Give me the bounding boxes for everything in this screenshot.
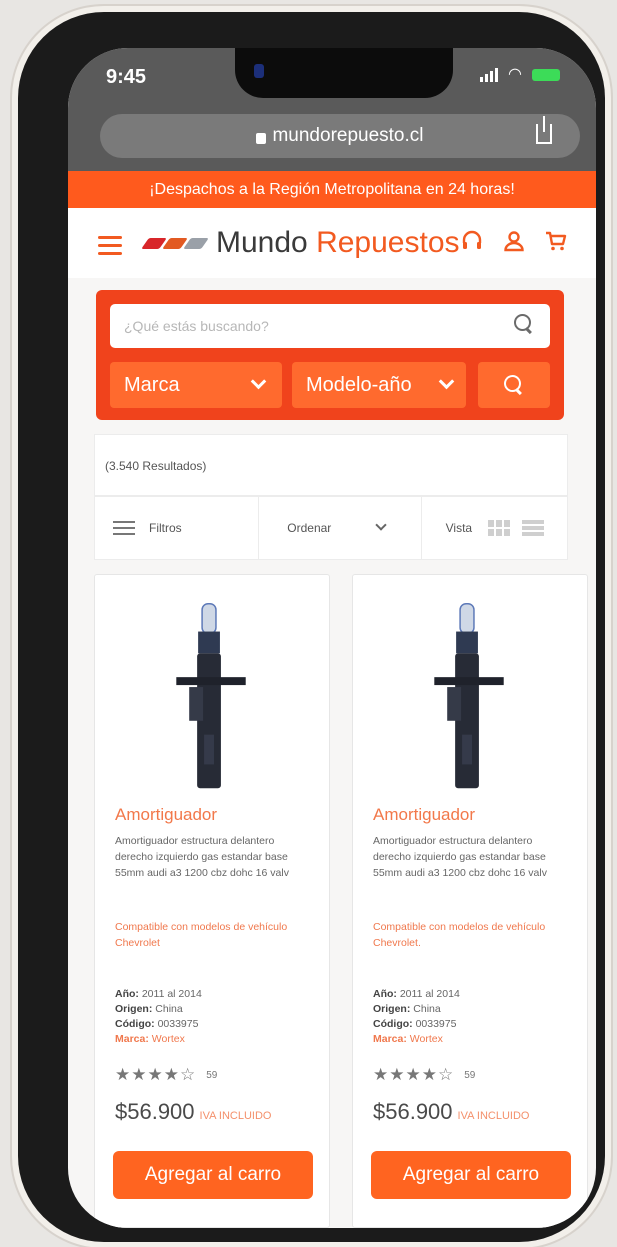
spec-year: 2011 al 2014 <box>399 988 460 1000</box>
list-view-icon[interactable] <box>522 520 545 536</box>
shock-absorber-image <box>176 603 246 789</box>
model-year-select[interactable]: Modelo-año <box>292 362 466 408</box>
price-tax-note: IVA INCLUIDO <box>199 1110 272 1122</box>
spec-brand: Wortex <box>409 1033 443 1045</box>
product-card[interactable]: Amortiguador Amortiguador estructura del… <box>352 574 588 1228</box>
sliders-icon <box>113 517 135 539</box>
spec-code: 0033975 <box>415 1018 457 1030</box>
browser-chrome: 9:45 ◠ mundorepuesto.cl <box>68 48 596 171</box>
add-to-cart-button[interactable]: Agregar al carro <box>113 1151 313 1199</box>
filters-label: Filtros <box>149 521 182 535</box>
add-to-cart-button[interactable]: Agregar al carro <box>371 1151 571 1199</box>
model-year-select-label: Modelo-año <box>306 373 412 396</box>
url-bar[interactable]: mundorepuesto.cl <box>100 114 580 158</box>
spec-brand-label: Marca: <box>373 1033 407 1045</box>
spec-year-label: Año: <box>373 988 397 1000</box>
wifi-icon: ◠ <box>508 66 522 83</box>
cart-icon[interactable] <box>544 228 568 254</box>
spec-origin-label: Origen: <box>115 1003 153 1015</box>
price-amount: $56.900 <box>373 1099 453 1124</box>
product-rating: ★★★★☆ 59 <box>115 1065 217 1085</box>
signal-icon <box>480 68 499 82</box>
rating-count: 59 <box>206 1069 218 1081</box>
phone-frame: 9:45 ◠ mundorepuesto.cl ¡Despachos a la … <box>18 12 605 1242</box>
search-icon <box>504 375 524 395</box>
brand-select-label: Marca <box>124 373 180 396</box>
promo-banner: ¡Despachos a la Región Metropolitana en … <box>68 171 596 208</box>
view-label: Vista <box>445 521 473 535</box>
spec-origin: China <box>155 1003 183 1015</box>
battery-icon <box>532 69 560 81</box>
spec-brand-label: Marca: <box>115 1033 149 1045</box>
product-specs: Año: 2011 al 2014 Origen: China Código: … <box>115 987 202 1047</box>
product-description: Amortiguador estructura delantero derech… <box>373 835 547 879</box>
spec-year-label: Año: <box>115 988 139 1000</box>
user-icon[interactable] <box>502 228 526 254</box>
logo-mark-icon <box>141 238 209 249</box>
logo-text-mundo: Mundo <box>216 226 308 259</box>
hamburger-menu-icon[interactable] <box>98 236 122 260</box>
chevron-down-icon <box>438 373 455 390</box>
status-icons: ◠ <box>480 66 560 83</box>
spec-origin-label: Origen: <box>373 1003 411 1015</box>
product-name[interactable]: Amortiguador <box>373 805 475 825</box>
search-input[interactable]: ¿Qué estás buscando? <box>110 304 550 348</box>
product-compatibility: Compatible con modelos de vehículo Chevr… <box>373 921 546 949</box>
lock-icon <box>256 132 267 144</box>
price-amount: $56.900 <box>115 1099 195 1124</box>
spec-code: 0033975 <box>157 1018 199 1030</box>
search-placeholder: ¿Qué estás buscando? <box>124 318 269 334</box>
spec-brand: Wortex <box>151 1033 185 1045</box>
product-price: $56.900 IVA INCLUIDO <box>115 1099 271 1125</box>
star-rating-icon: ★★★★☆ <box>115 1065 197 1084</box>
spec-code-label: Código: <box>115 1018 155 1030</box>
grid-view-icon[interactable] <box>488 520 511 536</box>
site-header: Mundo Repuestos <box>68 208 596 278</box>
spec-year: 2011 al 2014 <box>141 988 202 1000</box>
status-time: 9:45 <box>106 66 147 88</box>
sort-dropdown[interactable]: Ordenar <box>259 497 422 559</box>
logo-text-repuestos: Repuestos <box>316 226 460 259</box>
header-icons <box>460 228 568 254</box>
star-rating-icon: ★★★★☆ <box>373 1065 455 1084</box>
results-toolbar: Filtros Ordenar Vista <box>94 496 568 560</box>
chevron-down-icon <box>250 373 267 390</box>
camera-dot <box>254 64 264 78</box>
rating-count: 59 <box>464 1069 476 1081</box>
sort-label: Ordenar <box>287 521 332 535</box>
product-compatibility: Compatible con modelos de vehículo Chevr… <box>115 921 288 949</box>
phone-screen: 9:45 ◠ mundorepuesto.cl ¡Despachos a la … <box>68 48 596 1228</box>
url-text: mundorepuesto.cl <box>272 125 424 146</box>
search-icon[interactable] <box>514 314 534 337</box>
product-price: $56.900 IVA INCLUIDO <box>373 1099 529 1125</box>
search-submit-button[interactable] <box>478 362 550 408</box>
product-rating: ★★★★☆ 59 <box>373 1065 475 1085</box>
share-icon[interactable] <box>536 116 552 144</box>
product-name[interactable]: Amortiguador <box>115 805 217 825</box>
product-specs: Año: 2011 al 2014 Origen: China Código: … <box>373 987 460 1047</box>
headset-icon[interactable] <box>460 228 484 254</box>
product-description: Amortiguador estructura delantero derech… <box>115 835 289 879</box>
site-logo[interactable]: Mundo Repuestos <box>216 226 460 260</box>
view-switcher: Vista <box>422 497 567 559</box>
chevron-down-icon <box>374 519 387 531</box>
search-panel: ¿Qué estás buscando? Marca Modelo-año <box>96 290 564 420</box>
spec-origin: China <box>413 1003 441 1015</box>
product-card[interactable]: Amortiguador Amortiguador estructura del… <box>94 574 330 1228</box>
results-count: (3.540 Resultados) <box>94 434 568 496</box>
price-tax-note: IVA INCLUIDO <box>457 1110 530 1122</box>
shock-absorber-image <box>434 603 504 789</box>
filters-button[interactable]: Filtros <box>95 497 260 559</box>
notch <box>235 48 453 98</box>
spec-code-label: Código: <box>373 1018 413 1030</box>
brand-select[interactable]: Marca <box>110 362 282 408</box>
